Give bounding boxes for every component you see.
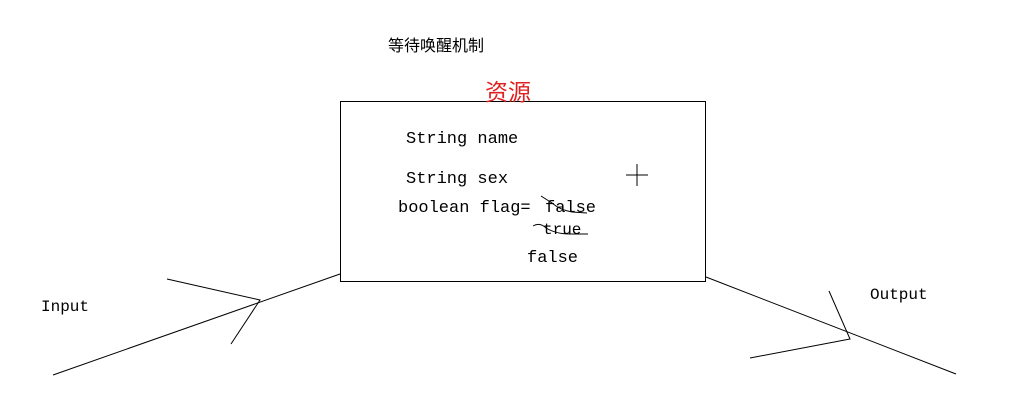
flag-value-false-struck: false [545, 199, 597, 218]
crosshair-cursor-icon [626, 164, 648, 186]
field-name: String name [406, 130, 519, 149]
output-label: Output [870, 286, 928, 304]
field-flag-decl: boolean flag= [398, 199, 531, 218]
diagram-canvas: 等待唤醒机制 资源 String name String sex boolean… [0, 0, 1012, 412]
resource-label: 资源 [485, 80, 531, 106]
flag-value-false: false [527, 249, 579, 268]
input-arrowhead [166, 278, 261, 345]
input-label: Input [41, 298, 90, 316]
flag-value-true-struck: true [543, 221, 582, 239]
diagram-title: 等待唤醒机制 [388, 36, 485, 55]
input-arrow-line [52, 273, 341, 376]
field-sex: String sex [406, 170, 509, 189]
output-arrowhead [749, 290, 851, 359]
